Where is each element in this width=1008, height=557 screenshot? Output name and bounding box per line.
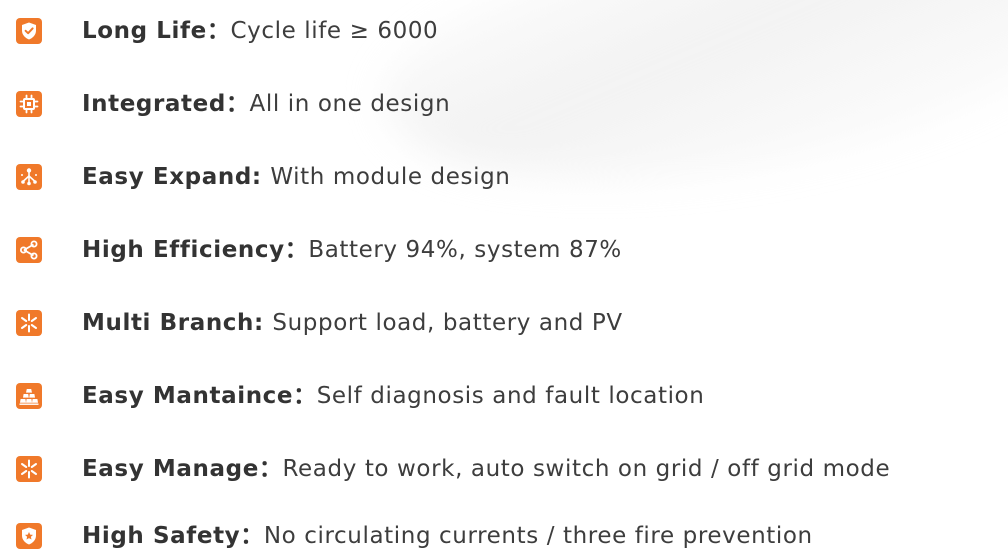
feature-text: Integrated：All in one design xyxy=(82,90,450,118)
feature-description: Battery 94%, system 87% xyxy=(308,237,622,263)
feature-description: With module design xyxy=(270,164,511,190)
feature-separator: ： xyxy=(225,91,250,117)
feature-label: Multi Branch xyxy=(82,310,255,336)
feature-text: Multi Branch: Support load, battery and … xyxy=(82,309,623,337)
feature-separator: : xyxy=(254,310,273,336)
feature-description: No circulating currents / three fire pre… xyxy=(263,523,813,549)
feature-description: Self diagnosis and fault location xyxy=(316,383,705,409)
feature-row-multi-branch: Multi Branch: Support load, battery and … xyxy=(0,303,1008,343)
share-nodes-icon xyxy=(16,237,42,263)
feature-separator: ： xyxy=(293,383,317,409)
feature-row-high-efficiency: High Efficiency：Battery 94%, system 87% xyxy=(0,230,1008,270)
feature-row-integrated: Integrated：All in one design xyxy=(0,84,1008,124)
feature-label: Easy Mantaince xyxy=(82,383,294,409)
feature-text: Long Life：Cycle life ≥ 6000 xyxy=(82,17,438,45)
feature-row-easy-manage: Easy Manage：Ready to work, auto switch o… xyxy=(0,449,1008,489)
feature-description: Support load, battery and PV xyxy=(272,310,623,336)
chip-icon xyxy=(16,91,42,117)
feature-row-long-life: Long Life：Cycle life ≥ 6000 xyxy=(0,11,1008,51)
feature-row-easy-mantaince: Easy Mantaince：Self diagnosis and fault … xyxy=(0,376,1008,416)
feature-label: Easy Manage xyxy=(82,456,259,482)
feature-label: Integrated xyxy=(82,91,226,117)
feature-description: Cycle life ≥ 6000 xyxy=(230,18,439,44)
feature-separator: ： xyxy=(284,237,309,263)
feature-text: High Safety：No circulating currents / th… xyxy=(82,522,813,550)
feature-text: Easy Manage：Ready to work, auto switch o… xyxy=(82,455,890,483)
feature-text: Easy Mantaince：Self diagnosis and fault … xyxy=(82,382,704,410)
feature-separator: ： xyxy=(240,523,264,549)
shield-check-icon xyxy=(16,18,42,44)
feature-label: Long Life xyxy=(82,18,207,44)
shield-star-icon xyxy=(16,523,42,549)
feature-text: High Efficiency：Battery 94%, system 87% xyxy=(82,236,622,264)
feature-separator: : xyxy=(251,164,271,190)
network-expand-icon xyxy=(16,164,42,190)
stacked-blocks-icon xyxy=(16,383,42,409)
feature-list: Long Life：Cycle life ≥ 6000 Integrated：A… xyxy=(0,0,1008,557)
feature-label: Easy Expand xyxy=(82,164,252,190)
feature-text: Easy Expand: With module design xyxy=(82,163,510,191)
feature-row-high-safety: High Safety：No circulating currents / th… xyxy=(0,516,1008,556)
feature-description: Ready to work, auto switch on grid / off… xyxy=(282,456,891,482)
feature-label: High Safety xyxy=(82,523,241,549)
feature-separator: ： xyxy=(206,18,231,44)
branch-burst-icon xyxy=(16,310,42,336)
feature-label: High Efficiency xyxy=(82,237,285,263)
feature-description: All in one design xyxy=(249,91,451,117)
branch-burst-icon xyxy=(16,456,42,482)
feature-separator: ： xyxy=(258,456,283,482)
feature-row-easy-expand: Easy Expand: With module design xyxy=(0,157,1008,197)
